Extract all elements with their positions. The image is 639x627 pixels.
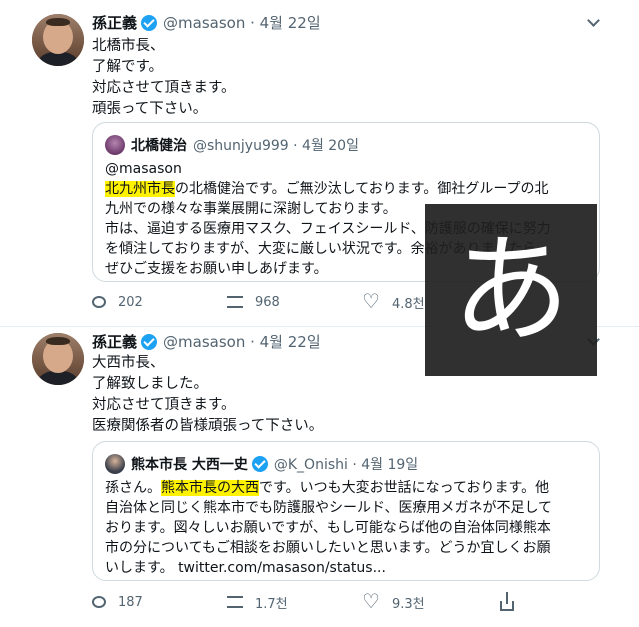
quote-line: @masason <box>105 161 182 177</box>
body-line: 了解です。 <box>92 59 164 75</box>
reply-button[interactable]: 202 <box>92 295 143 310</box>
author-name[interactable]: 孫正義 <box>92 12 137 33</box>
like-button[interactable]: 9.3천 <box>362 589 425 613</box>
reply-icon <box>92 296 106 308</box>
reply-button[interactable]: 187 <box>92 595 143 610</box>
body-line: 北橋市長、 <box>92 38 165 54</box>
quote-line-text: の北橋健治です。ご無沙汰しております。御社グループの北 <box>175 181 549 197</box>
quote-author-name: 熊本市長 大西一史 <box>131 457 248 473</box>
like-icon <box>362 289 380 313</box>
tweet-body: 大西市長、 了解致しました。 対応させて頂きます。 医療関係者の皆様頑張って下さ… <box>92 353 323 437</box>
retweet-icon <box>227 296 243 308</box>
highlighted-text: 熊本市長の大西 <box>161 480 259 496</box>
retweet-count: 1.7천 <box>255 596 288 612</box>
quote-handle-time: @K_Onishi · 4월 19일 <box>273 457 419 473</box>
like-button[interactable]: 4.8천 <box>362 289 425 313</box>
quote-header: 北橋健治 @shunjyu999 · 4월 20일 <box>105 135 359 155</box>
more-caret-icon[interactable] <box>587 14 601 28</box>
quote-avatar <box>105 135 125 155</box>
body-line: 了解致しました。 <box>92 376 208 392</box>
verified-badge-icon <box>141 333 158 350</box>
verified-badge-icon <box>141 14 158 31</box>
quote-handle-time: @shunjyu999 · 4월 20일 <box>193 138 359 154</box>
quote-line-text: 孫さん。 <box>105 480 161 496</box>
quote-line: 孫さん。熊本市長の大西です。いつも大変お世話になっております。他 <box>105 478 552 498</box>
like-icon <box>362 589 380 613</box>
body-line: 頑張って下さい。 <box>92 101 208 117</box>
quoted-tweet[interactable]: 熊本市長 大西一史 @K_Onishi · 4월 19일 孫さん。熊本市長の大西… <box>92 441 600 581</box>
avatar[interactable] <box>32 14 84 66</box>
tweet-header: 孫正義 @masason · 4월 22일 <box>92 12 321 33</box>
reply-icon <box>92 596 106 608</box>
hiragana-overlay: あ <box>425 204 597 376</box>
retweet-button[interactable]: 1.7천 <box>227 593 288 612</box>
handle-time[interactable]: @masason · 4월 22일 <box>163 12 321 33</box>
quote-line: 市の分についてもご相談をお願いしたいと思います。どうか宜しくお願 <box>105 540 551 556</box>
quote-line: 自治体と同じく熊本市でも防護服やシールド、医療用メガネが不足して <box>105 500 553 516</box>
like-count: 9.3천 <box>392 596 425 612</box>
tweet-header: 孫正義 @masason · 4월 22일 <box>92 331 321 352</box>
quote-body: 孫さん。熊本市長の大西です。いつも大変お世話になっております。他 自治体と同じく… <box>105 478 552 578</box>
body-line: 医療関係者の皆様頑張って下さい。 <box>92 418 324 434</box>
quote-line: 北九州市長の北橋健治です。ご無沙汰しております。御社グループの北 <box>105 179 551 199</box>
action-bar: 187 1.7천 9.3천 <box>92 589 572 613</box>
quote-header: 熊本市長 大西一史 @K_Onishi · 4월 19일 <box>105 454 418 474</box>
retweet-count: 968 <box>255 294 280 310</box>
author-name[interactable]: 孫正義 <box>92 331 137 352</box>
quote-author-name: 北橋健治 <box>131 138 187 154</box>
tweet-body: 北橋市長、 了解です。 対応させて頂きます。 頑張って下さい。 <box>92 36 236 120</box>
highlighted-text: 北九州市長 <box>105 181 175 197</box>
quote-avatar <box>105 454 125 474</box>
quote-link[interactable]: twitter.com/masason/status... <box>178 560 386 576</box>
share-button[interactable] <box>500 592 526 611</box>
body-line: 対応させて頂きます。 <box>92 397 236 413</box>
quote-line-text: です。いつも大変お世話になっております。他 <box>259 480 550 496</box>
share-icon <box>500 592 514 611</box>
retweet-icon <box>227 596 243 608</box>
like-count: 4.8천 <box>392 296 425 312</box>
retweet-button[interactable]: 968 <box>227 295 280 310</box>
quote-line: おります。図々しいお願いですが、もし可能ならば他の自治体同様熊本 <box>105 520 551 536</box>
quote-line-text: いします。 <box>105 560 174 576</box>
avatar[interactable] <box>32 333 84 385</box>
reply-count: 202 <box>118 294 143 310</box>
body-line: 対応させて頂きます。 <box>92 80 236 96</box>
handle-time[interactable]: @masason · 4월 22일 <box>163 331 321 352</box>
verified-badge-icon <box>251 456 268 472</box>
quote-line: いします。 twitter.com/masason/status... <box>105 558 552 578</box>
body-line: 大西市長、 <box>92 355 165 371</box>
overlay-glyph: あ <box>451 221 570 359</box>
reply-count: 187 <box>118 594 143 610</box>
